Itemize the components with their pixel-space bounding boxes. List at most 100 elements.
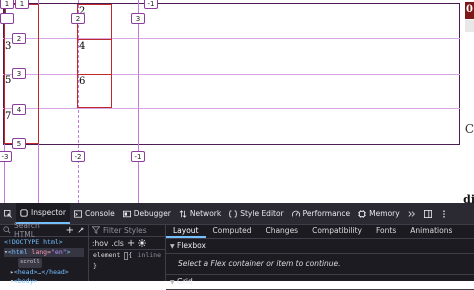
filter-styles-input[interactable]: Filter Styles: [103, 226, 147, 235]
eyedropper-icon[interactable]: [77, 226, 85, 234]
more-options-icon: [442, 209, 445, 218]
grid-row-line: [3, 38, 460, 39]
search-html-input[interactable]: Search HTML: [14, 221, 63, 239]
head-tag: <head>: [13, 267, 38, 276]
element-picker-icon: [4, 209, 12, 218]
grid-line-badge-label: 1: [19, 0, 25, 8]
chevron-down-icon: ▼: [170, 279, 175, 286]
tab-animations[interactable]: Animations: [403, 224, 459, 238]
body-node[interactable]: ▾<body>: [4, 277, 84, 287]
html-tag-close: >: [66, 247, 71, 256]
grid-line-badge-label: 2: [75, 15, 81, 23]
grid-line-badge: 1: [15, 0, 29, 9]
tab-fonts[interactable]: Fonts: [369, 224, 403, 238]
tab-label: Network: [189, 209, 222, 218]
rule-selector: element: [93, 251, 121, 259]
rules-toolbar: Filter Styles: [89, 224, 165, 237]
devtools-body: Search HTML + <!DOCTYPE html> ▾<html lan…: [0, 221, 474, 290]
tab-computed[interactable]: Computed: [206, 224, 259, 238]
tab-label: Inspector: [31, 208, 66, 217]
markup-view: Search HTML + <!DOCTYPE html> ▾<html lan…: [0, 221, 89, 285]
grid-line-badge-label: 3: [135, 15, 141, 23]
markup-toolbar: Search HTML +: [0, 221, 88, 239]
grid-line-badge: -3: [0, 151, 12, 162]
devtools-toolbar: Inspector Console Debugger Network Style…: [0, 203, 474, 225]
html-node[interactable]: ▾<html lang="en">: [4, 247, 84, 257]
network-icon: [179, 209, 187, 218]
rule-brace: {: [128, 251, 133, 259]
performance-icon: [291, 210, 300, 217]
tab-label: Performance: [302, 209, 351, 218]
tab-label: Style Editor: [240, 209, 284, 218]
chevron-down-icon: ▼: [170, 243, 175, 250]
cell-number: 4: [79, 41, 86, 52]
flexbox-section-header[interactable]: ▼ Flexbox: [166, 239, 474, 254]
dock-button[interactable]: [420, 203, 436, 224]
grid-line-badge: 5: [12, 138, 26, 149]
grid-line-badge-label: -1: [147, 0, 155, 8]
grid-line-badge-label: 2: [16, 35, 22, 43]
grid-row-line: [3, 74, 460, 75]
chevron-double-right-icon: [408, 210, 415, 217]
grid-line-badge: 1: [0, 0, 14, 9]
tab-memory[interactable]: Memory: [354, 203, 404, 224]
page-viewport: 1 2 3 4 5 6 7 1 1 2 3 -1 2 3 4 5 -3 -2 -…: [0, 0, 474, 203]
tab-console[interactable]: Console: [70, 203, 119, 224]
grid-line-badge-label: -3: [1, 153, 9, 161]
cell-number: 6: [79, 76, 86, 87]
head-node[interactable]: ▸<head>…</head>: [4, 268, 84, 278]
rules-actions: :hov .cls +: [89, 237, 165, 250]
grid-line-badge: 2: [71, 13, 85, 24]
tab-style-editor[interactable]: Style Editor: [225, 203, 287, 224]
class-toggle[interactable]: .cls: [111, 239, 124, 248]
grid-line-badge: -2: [71, 151, 85, 162]
markup-tree: <!DOCTYPE html> ▾<html lang="en"> scroll…: [0, 237, 88, 288]
grid-section-header[interactable]: ▼ Grid: [166, 275, 474, 290]
more-options-button[interactable]: [436, 203, 452, 224]
grid-line-badge: 3: [12, 68, 26, 79]
cell-number: 5: [5, 75, 12, 86]
element-rule: element { inline }: [89, 250, 165, 272]
devtools-panel: Inspector Console Debugger Network Style…: [0, 203, 474, 290]
html-attr-value: "en": [51, 247, 67, 256]
style-editor-icon: [229, 209, 238, 218]
grid-line-badge: 3: [131, 13, 145, 24]
grid-line-badge: -1: [144, 0, 158, 9]
page-fragment-text: C: [464, 122, 474, 136]
grid-line-badge-label: 1: [4, 0, 10, 8]
tab-label: Console: [84, 209, 115, 218]
inspector-icon: [20, 208, 28, 217]
grid-line-badge-label: 5: [16, 140, 22, 148]
section-title: Flexbox: [177, 241, 206, 250]
tab-changes[interactable]: Changes: [258, 224, 305, 238]
overflow-tabs-button[interactable]: [404, 203, 420, 224]
add-rule-button[interactable]: +: [127, 238, 135, 249]
tab-label: Memory: [369, 209, 400, 218]
tab-network[interactable]: Network: [175, 203, 225, 224]
scroll-badge[interactable]: scroll: [18, 258, 42, 268]
cell-number: 3: [5, 41, 12, 52]
rules-view: Filter Styles :hov .cls + element { inli…: [89, 224, 166, 281]
cell-number: 7: [5, 111, 12, 122]
grid-line-badge: 2: [12, 33, 26, 44]
tab-debugger[interactable]: Debugger: [119, 203, 175, 224]
body-tag: <body>: [13, 277, 38, 285]
doctype-node[interactable]: <!DOCTYPE html>: [4, 238, 84, 248]
search-icon: [3, 226, 11, 234]
grid-line-badge: -1: [131, 151, 145, 162]
light-mode-icon[interactable]: [138, 239, 147, 247]
section-title: Grid: [177, 277, 193, 286]
head-close-tag: </head>: [41, 267, 69, 276]
tab-performance[interactable]: Performance: [288, 203, 355, 224]
tab-compatibility[interactable]: Compatibility: [305, 224, 369, 238]
page-fragment-text: 0: [466, 4, 473, 15]
console-icon: [73, 209, 82, 218]
grid-col-line: [138, 0, 139, 203]
add-node-button[interactable]: +: [66, 225, 74, 236]
memory-icon: [358, 209, 367, 218]
tab-layout[interactable]: Layout: [166, 224, 206, 238]
html-attr-name: lang=: [31, 247, 51, 256]
grid-row-line: [3, 108, 460, 109]
html-tag: <html: [7, 247, 28, 256]
hover-state-toggle[interactable]: :hov: [92, 239, 108, 248]
